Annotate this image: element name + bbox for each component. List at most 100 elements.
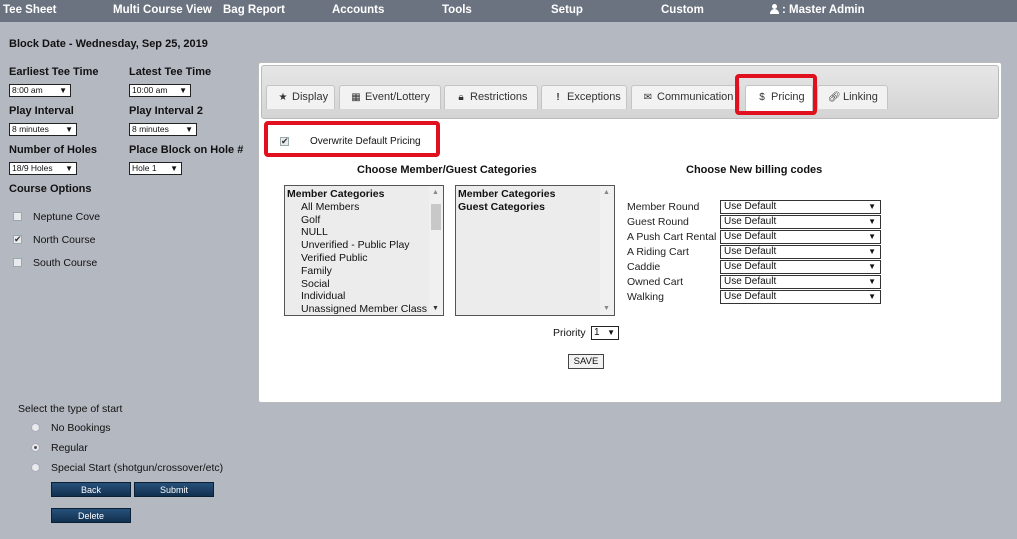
delete-button[interactable]: Delete xyxy=(51,508,131,523)
play-interval-2-select[interactable]: 8 minutes ▼ xyxy=(129,123,197,136)
nav-custom[interactable]: Custom xyxy=(661,4,704,16)
caret-down-icon: ▼ xyxy=(868,232,876,241)
billing-label-push-cart: A Push Cart Rental xyxy=(627,231,717,243)
tab-label: Communication xyxy=(657,91,734,103)
available-categories-list[interactable]: Member Categories All Members Golf NULL … xyxy=(284,185,444,316)
start-special-radio[interactable] xyxy=(31,463,40,472)
back-button[interactable]: Back xyxy=(51,482,131,497)
south-course-label: South Course xyxy=(33,257,98,269)
billing-label-caddie: Caddie xyxy=(627,261,661,273)
play-interval-2-value: 8 minutes xyxy=(132,124,169,134)
choose-billing-title: Choose New billing codes xyxy=(686,164,823,176)
billing-select-walking[interactable]: Use Default ▼ xyxy=(720,290,881,304)
billing-select-owned-cart[interactable]: Use Default ▼ xyxy=(720,275,881,289)
start-no-bookings-label: No Bookings xyxy=(51,422,111,434)
south-course-checkbox[interactable] xyxy=(13,258,22,267)
submit-button[interactable]: Submit xyxy=(134,482,214,497)
scroll-up-icon[interactable]: ▲ xyxy=(432,189,439,196)
list-item[interactable]: All Members xyxy=(301,201,359,213)
user-icon xyxy=(770,4,779,14)
play-interval-label: Play Interval xyxy=(9,105,74,117)
play-interval-2-label: Play Interval 2 xyxy=(129,105,203,117)
north-course-label: North Course xyxy=(33,234,96,246)
nav-multi-course-view[interactable]: Multi Course View xyxy=(113,4,212,16)
list-item[interactable]: Social xyxy=(301,278,330,290)
list-item[interactable]: Golf xyxy=(301,214,320,226)
billing-select-guest-round[interactable]: Use Default ▼ xyxy=(720,215,881,229)
overwrite-pricing-checkbox[interactable]: ✔ xyxy=(280,137,289,146)
list-item[interactable]: Unassigned Member Class xyxy=(301,303,427,315)
caret-down-icon: ▼ xyxy=(607,328,615,337)
tab-linking[interactable]: 🔗︎ Linking xyxy=(817,85,888,109)
lock-icon: 🔒︎ xyxy=(458,92,464,103)
play-interval-select[interactable]: 8 minutes ▼ xyxy=(9,123,77,136)
billing-select-push-cart[interactable]: Use Default ▼ xyxy=(720,230,881,244)
caret-down-icon: ▼ xyxy=(185,125,193,134)
tab-label: Linking xyxy=(843,91,878,103)
caret-down-icon: ▼ xyxy=(179,86,187,95)
selected-list-scrollbar[interactable]: ▲ ▼ xyxy=(600,186,614,315)
scrollbar-thumb[interactable] xyxy=(431,204,441,230)
billing-value: Use Default xyxy=(724,216,777,227)
start-regular-radio[interactable] xyxy=(31,443,40,452)
tab-event-lottery[interactable]: ▦ Event/Lottery xyxy=(339,85,441,109)
caret-down-icon: ▼ xyxy=(868,277,876,286)
number-of-holes-label: Number of Holes xyxy=(9,144,98,156)
nav-setup[interactable]: Setup xyxy=(551,4,583,16)
available-list-scrollbar[interactable]: ▲ ▼ xyxy=(429,186,443,315)
nav-tee-sheet[interactable]: Tee Sheet xyxy=(3,4,56,16)
choose-categories-title: Choose Member/Guest Categories xyxy=(357,164,537,176)
nav-tools[interactable]: Tools xyxy=(442,4,472,16)
nav-user-menu[interactable]: : Master Admin xyxy=(770,4,865,16)
earliest-tee-time-value: 8:00 am xyxy=(12,85,43,95)
list-item[interactable]: Guest Categories xyxy=(458,201,545,213)
scroll-down-icon[interactable]: ▼ xyxy=(603,305,610,312)
number-of-holes-select[interactable]: 18/9 Holes ▼ xyxy=(9,162,77,175)
billing-select-caddie[interactable]: Use Default ▼ xyxy=(720,260,881,274)
tab-exceptions[interactable]: ! Exceptions xyxy=(541,85,627,109)
number-of-holes-value: 18/9 Holes xyxy=(12,163,53,173)
billing-select-member-round[interactable]: Use Default ▼ xyxy=(720,200,881,214)
latest-tee-time-select[interactable]: 10:00 am ▼ xyxy=(129,84,191,97)
billing-value: Use Default xyxy=(724,261,777,272)
star-icon: ★ xyxy=(278,92,288,103)
overwrite-pricing-label: Overwrite Default Pricing xyxy=(310,136,421,147)
envelope-icon: ✉ xyxy=(643,92,653,103)
caret-down-icon: ▼ xyxy=(65,125,73,134)
list-item[interactable]: Verified Public xyxy=(301,252,368,264)
billing-value: Use Default xyxy=(724,231,777,242)
top-nav: Tee Sheet Multi Course View Bag Report A… xyxy=(0,0,1017,22)
billing-value: Use Default xyxy=(724,246,777,257)
priority-select[interactable]: 1 ▼ xyxy=(591,326,619,340)
list-item[interactable]: Member Categories xyxy=(287,188,384,200)
tab-display[interactable]: ★ Display xyxy=(266,85,335,109)
nav-accounts[interactable]: Accounts xyxy=(332,4,384,16)
list-item[interactable]: Unverified - Public Play xyxy=(301,239,410,251)
exclamation-icon: ! xyxy=(556,92,560,103)
start-no-bookings-radio[interactable] xyxy=(31,423,40,432)
north-course-checkbox[interactable]: ✔ xyxy=(13,235,22,244)
tab-restrictions[interactable]: 🔒︎ Restrictions xyxy=(444,85,538,109)
caret-down-icon: ▼ xyxy=(868,202,876,211)
billing-select-riding-cart[interactable]: Use Default ▼ xyxy=(720,245,881,259)
selected-categories-list[interactable]: Member Categories Guest Categories ▲ ▼ xyxy=(455,185,615,316)
billing-label-guest-round: Guest Round xyxy=(627,216,689,228)
earliest-tee-time-select[interactable]: 8:00 am ▼ xyxy=(9,84,71,97)
list-item[interactable]: Member Categories xyxy=(458,188,555,200)
list-item[interactable]: Individual xyxy=(301,290,345,302)
earliest-tee-time-label: Earliest Tee Time xyxy=(9,66,99,78)
scroll-up-icon[interactable]: ▲ xyxy=(603,189,610,196)
neptune-cove-checkbox[interactable] xyxy=(13,212,22,221)
list-item[interactable]: NULL xyxy=(301,226,328,238)
billing-value: Use Default xyxy=(724,291,777,302)
place-block-select[interactable]: Hole 1 ▼ xyxy=(129,162,182,175)
start-type-label: Select the type of start xyxy=(18,403,123,415)
save-button[interactable]: SAVE xyxy=(568,354,604,369)
tab-communication[interactable]: ✉ Communication xyxy=(631,85,740,109)
nav-bag-report[interactable]: Bag Report xyxy=(223,4,285,16)
scroll-down-icon[interactable]: ▼ xyxy=(432,305,439,312)
list-item[interactable]: Family xyxy=(301,265,332,277)
calendar-icon: ▦ xyxy=(351,92,361,103)
start-special-label: Special Start (shotgun/crossover/etc) xyxy=(51,462,224,474)
caret-down-icon: ▼ xyxy=(868,292,876,301)
